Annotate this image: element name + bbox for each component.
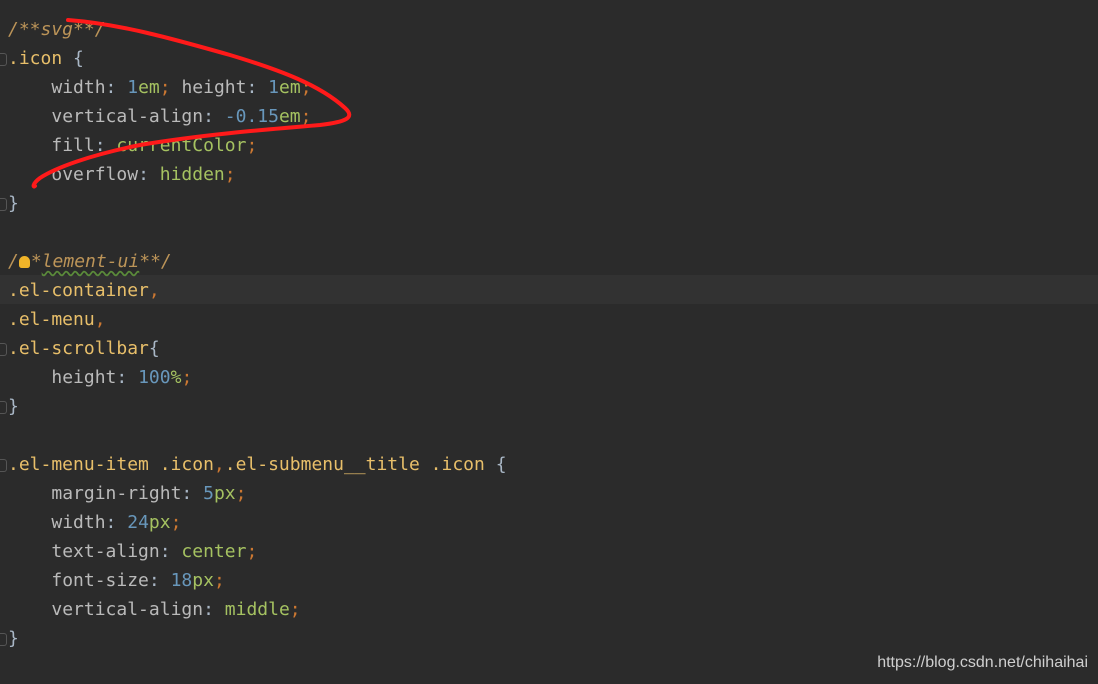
annotation-stroke — [31, 18, 352, 189]
red-annotation-scribble — [31, 18, 352, 189]
watermark: https://blog.csdn.net/chihaihai — [877, 654, 1088, 671]
